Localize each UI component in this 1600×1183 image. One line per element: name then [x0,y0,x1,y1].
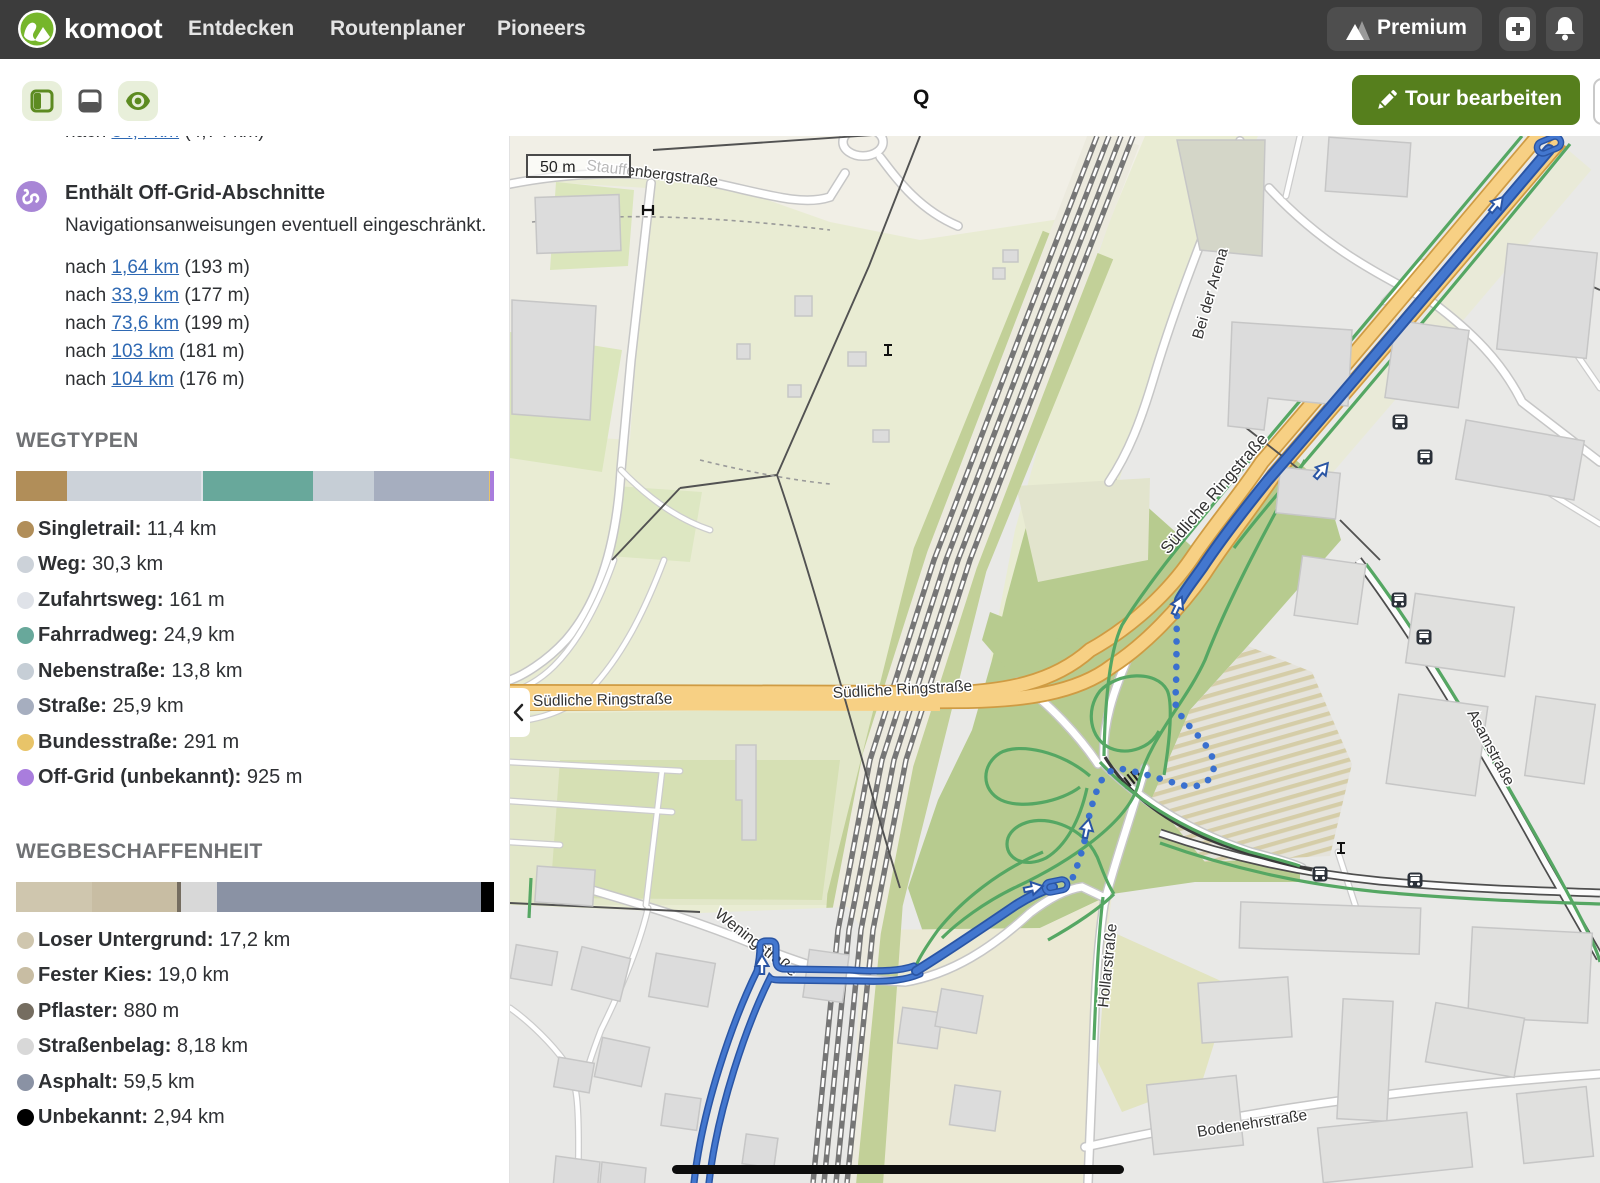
svg-text:50 m: 50 m [540,159,576,176]
svg-text:Südliche Ringstraße: Südliche Ringstraße [533,691,673,710]
